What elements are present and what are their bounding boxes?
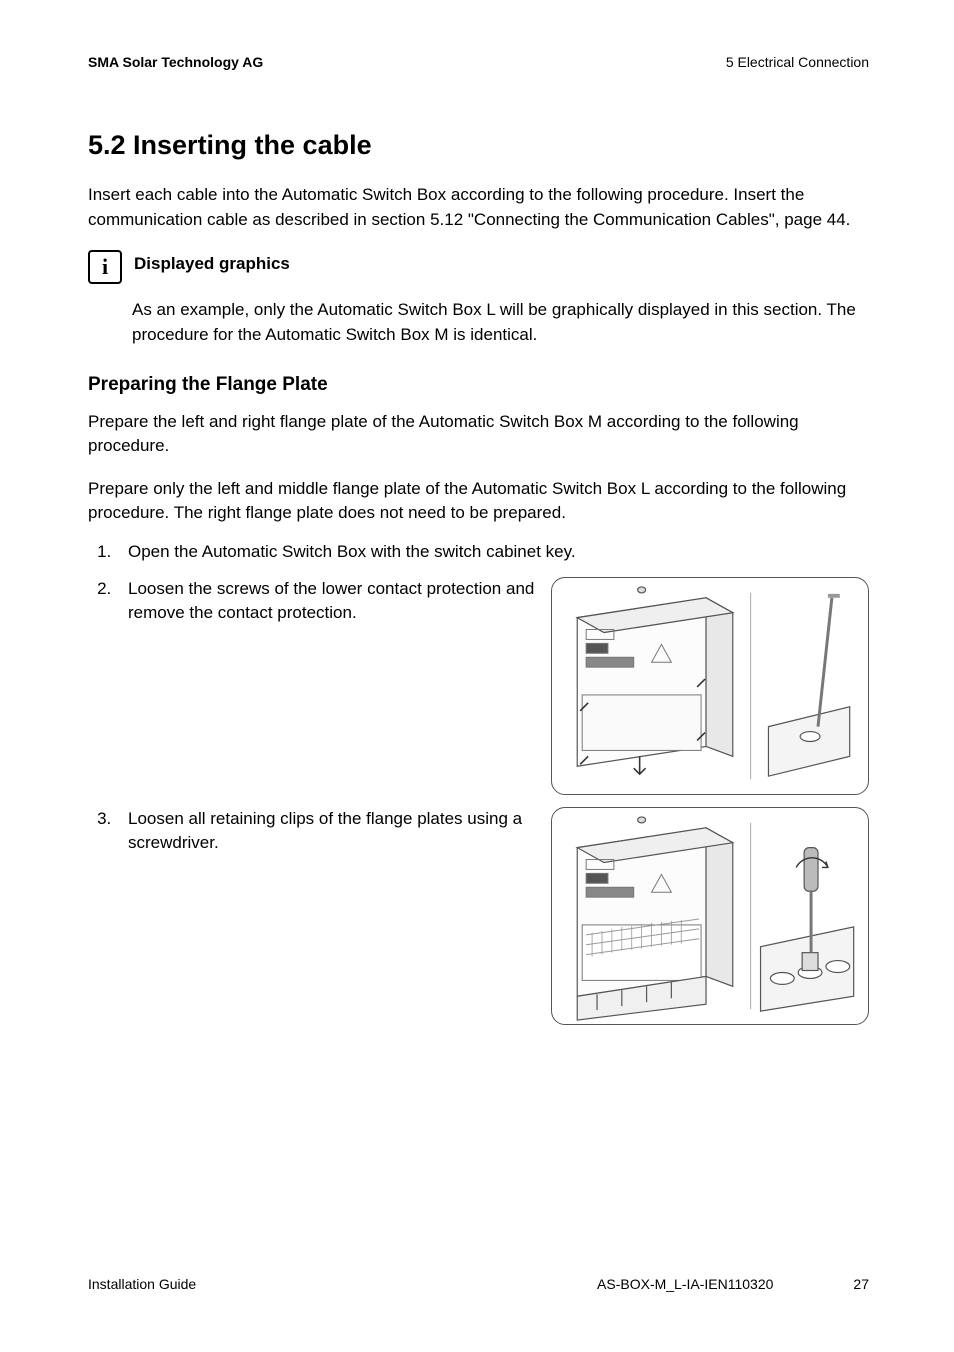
header-chapter: 5 Electrical Connection [726, 54, 869, 70]
step-2-text: Loosen the screws of the lower contact p… [128, 577, 551, 626]
figure-contact-protection [551, 577, 869, 795]
section-intro: Insert each cable into the Automatic Swi… [88, 183, 869, 232]
footer-doc-id: AS-BOX-M_L-IA-IEN110320 [597, 1276, 773, 1292]
header-company: SMA Solar Technology AG [88, 54, 263, 70]
step-1: Open the Automatic Switch Box with the s… [116, 540, 869, 565]
footer-doc-type: Installation Guide [88, 1276, 196, 1292]
page-header: SMA Solar Technology AG 5 Electrical Con… [88, 54, 869, 70]
info-callout: i Displayed graphics [88, 250, 869, 284]
step-list: Open the Automatic Switch Box with the s… [88, 540, 869, 1025]
flange-p2: Prepare only the left and middle flange … [88, 477, 869, 526]
info-body: As an example, only the Automatic Switch… [132, 298, 869, 347]
figure-retaining-clips [551, 807, 869, 1025]
step-3-text: Loosen all retaining clips of the flange… [128, 807, 551, 856]
footer-page-number: 27 [853, 1276, 869, 1292]
flange-p1: Prepare the left and right flange plate … [88, 410, 869, 459]
step-2: Loosen the screws of the lower contact p… [116, 577, 869, 795]
info-icon: i [88, 250, 122, 284]
step-3: Loosen all retaining clips of the flange… [116, 807, 869, 1025]
page-footer: Installation Guide AS-BOX-M_L-IA-IEN1103… [88, 1276, 869, 1292]
flange-heading: Preparing the Flange Plate [88, 374, 869, 396]
section-title: 5.2 Inserting the cable [88, 130, 869, 161]
info-title: Displayed graphics [134, 250, 290, 274]
step-1-text: Open the Automatic Switch Box with the s… [128, 542, 576, 561]
